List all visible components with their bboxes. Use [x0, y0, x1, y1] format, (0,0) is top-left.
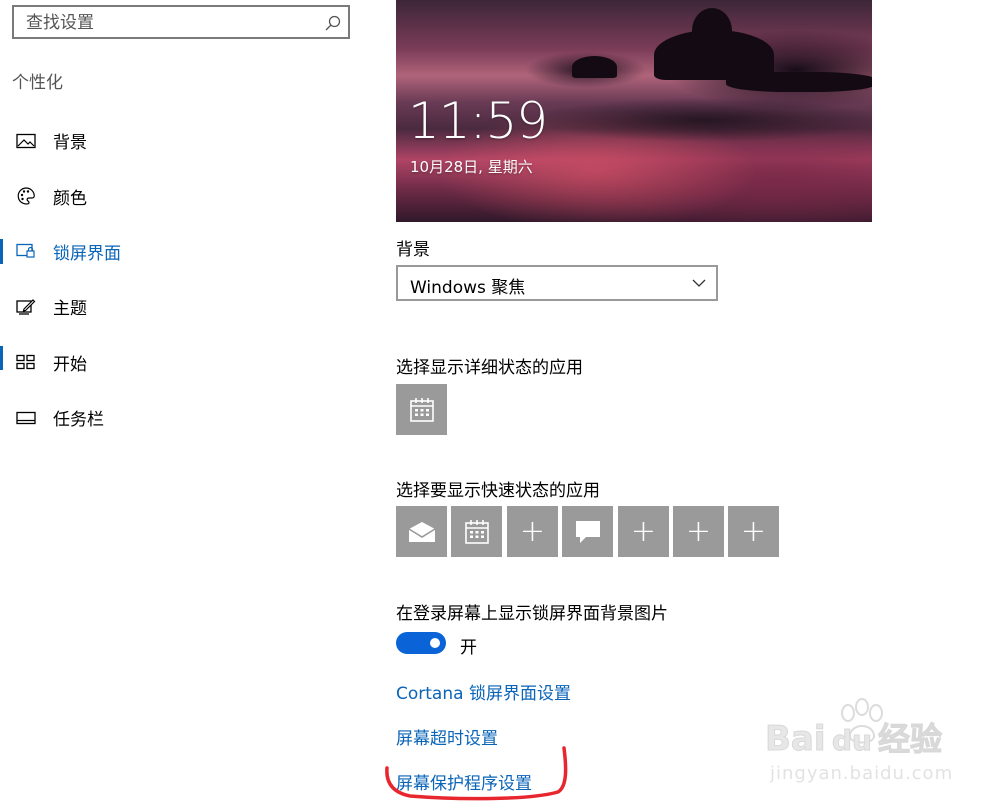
sidebar-item-label: 开始 [53, 354, 87, 375]
picture-icon [16, 131, 36, 151]
sidebar-item-colors[interactable]: 颜色 [0, 168, 380, 223]
baidu-watermark: Bai du 经验 jingyan.baidu.com [765, 698, 953, 784]
chevron-down-icon [692, 279, 706, 287]
plus-icon: + [685, 513, 712, 549]
sidebar-item-label: 主题 [53, 299, 87, 320]
start-icon [16, 352, 36, 372]
search-icon[interactable] [324, 14, 342, 32]
cortana-lock-screen-link[interactable]: Cortana 锁屏界面设置 [396, 679, 571, 704]
login-background-toggle[interactable] [396, 632, 446, 654]
sidebar-item-label: 锁屏界面 [53, 243, 121, 264]
sidebar-item-lock-screen[interactable]: 锁屏界面 [0, 224, 380, 371]
calendar-icon [409, 397, 434, 422]
screen-saver-link[interactable]: 屏幕保护程序设置 [396, 769, 532, 794]
active-indicator [0, 238, 3, 264]
rock-silhouette [726, 72, 872, 92]
svg-text:du: du [832, 724, 872, 757]
lock-screen-icon [16, 241, 36, 261]
detailed-status-label: 选择显示详细状态的应用 [396, 358, 583, 378]
screen-timeout-link[interactable]: 屏幕超时设置 [396, 724, 498, 749]
background-label: 背景 [396, 240, 430, 260]
quick-status-label: 选择要显示快速状态的应用 [396, 481, 600, 501]
message-icon [575, 520, 600, 543]
svg-text:jingyan.baidu.com: jingyan.baidu.com [769, 763, 953, 784]
mail-icon [408, 521, 435, 542]
detailed-status-app-tile[interactable] [396, 384, 447, 435]
dropdown-value: Windows 聚焦 [410, 278, 526, 298]
login-background-label: 在登录屏幕上显示锁屏界面背景图片 [396, 604, 668, 624]
sidebar-nav: 背景 颜色 锁屏界面 主题 开始 任务栏 [0, 113, 380, 445]
sidebar-item-label: 背景 [53, 133, 87, 154]
quick-status-tile-add[interactable]: + [507, 506, 558, 557]
lock-date: 10月28日, 星期六 [410, 158, 533, 176]
quick-status-tile-message[interactable] [562, 506, 613, 557]
svg-text:Bai: Bai [765, 719, 826, 759]
quick-status-tile-add[interactable]: + [673, 506, 724, 557]
sidebar-item-taskbar[interactable]: 任务栏 [0, 390, 380, 445]
section-title: 个性化 [12, 73, 63, 93]
rock-silhouette [692, 8, 732, 53]
background-dropdown[interactable]: Windows 聚焦 [396, 265, 718, 301]
theme-icon [16, 297, 36, 317]
svg-text:经验: 经验 [878, 720, 942, 758]
toggle-state-label: 开 [460, 638, 477, 658]
palette-icon [16, 186, 36, 206]
quick-status-tile-add[interactable]: + [728, 506, 779, 557]
toggle-knob [430, 638, 440, 648]
search-input[interactable] [26, 12, 316, 34]
lock-time: 11:59 [408, 92, 548, 150]
quick-status-tile-add[interactable]: + [618, 506, 669, 557]
sidebar-item-label: 颜色 [53, 188, 87, 209]
rock-silhouette [572, 56, 617, 78]
sidebar-item-start[interactable]: 开始 [0, 335, 380, 390]
plus-icon: + [630, 513, 657, 549]
sidebar-item-themes[interactable]: 主题 [0, 279, 380, 334]
sidebar-item-background[interactable]: 背景 [0, 113, 380, 168]
calendar-icon [464, 519, 489, 544]
quick-status-tile-mail[interactable] [396, 506, 447, 557]
plus-icon: + [740, 513, 767, 549]
sidebar-item-label: 任务栏 [53, 410, 104, 431]
taskbar-icon [16, 408, 36, 428]
plus-icon: + [519, 513, 546, 549]
quick-status-tile-calendar[interactable] [451, 506, 502, 557]
search-box[interactable] [12, 5, 350, 39]
